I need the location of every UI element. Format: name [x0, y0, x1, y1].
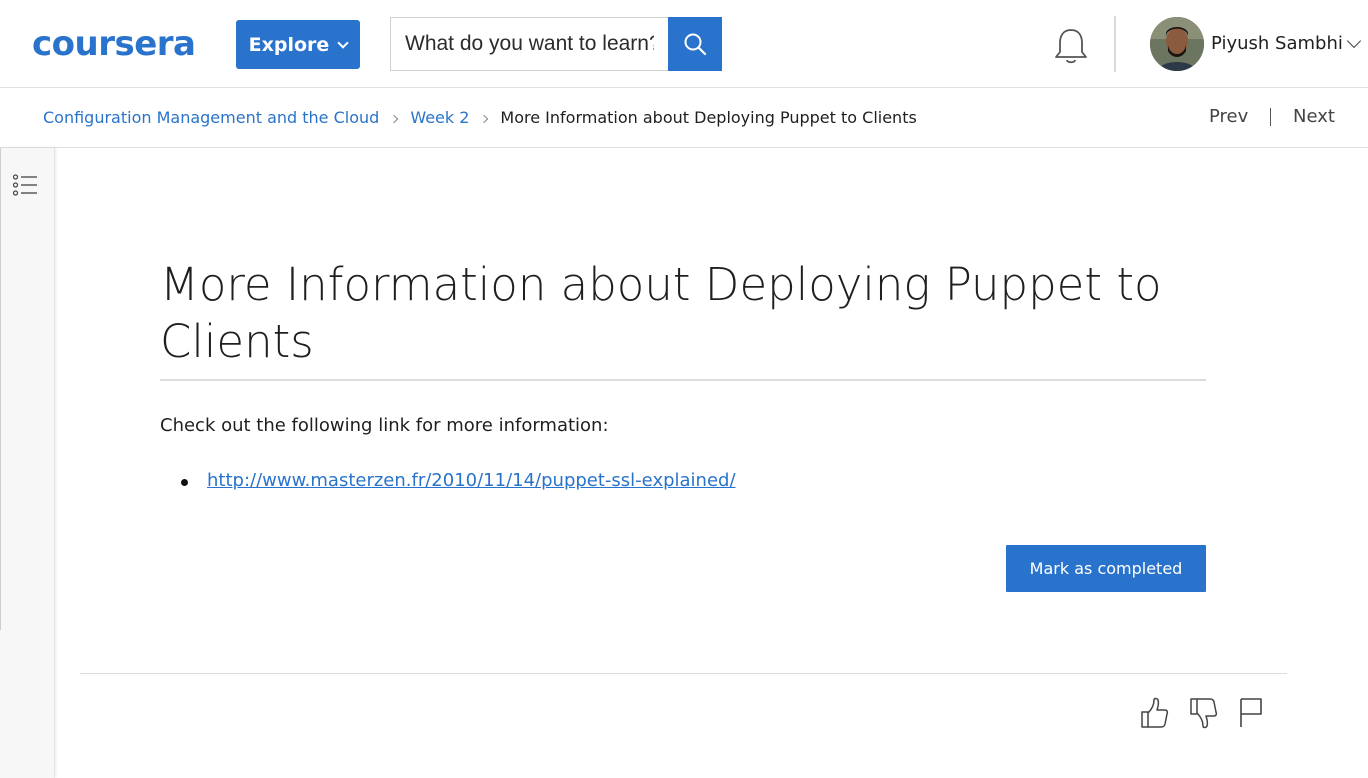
search-field[interactable] [390, 17, 668, 71]
flag-icon[interactable] [1236, 696, 1268, 730]
mark-completed-button[interactable]: Mark as completed [1006, 545, 1206, 592]
chevron-down-icon[interactable] [1346, 33, 1362, 49]
user-name[interactable]: Piyush Sambhi [1211, 33, 1343, 54]
explore-button[interactable]: Explore [236, 20, 360, 69]
chevron-right-icon [480, 114, 489, 124]
search-button[interactable] [668, 17, 722, 71]
thumbs-down-icon[interactable] [1187, 696, 1219, 730]
breadcrumb-current: More Information about Deploying Puppet … [500, 108, 917, 127]
footer-divider [80, 673, 1287, 674]
avatar[interactable] [1150, 17, 1204, 71]
next-button[interactable]: Next [1293, 106, 1335, 127]
external-link[interactable]: http://www.masterzen.fr/2010/11/14/puppe… [207, 470, 736, 491]
top-header: coursera Explore Piyush Sambhi [0, 0, 1368, 88]
chevron-right-icon [390, 114, 399, 124]
prev-next-divider [1270, 108, 1271, 126]
intro-text: Check out the following link for more in… [160, 415, 609, 436]
search-icon [684, 33, 707, 56]
breadcrumb-week[interactable]: Week 2 [410, 108, 469, 127]
prev-button[interactable]: Prev [1209, 106, 1248, 127]
search-input[interactable] [391, 18, 668, 70]
explore-label: Explore [248, 33, 330, 56]
list-outline-icon[interactable] [12, 172, 38, 198]
title-divider [160, 379, 1206, 381]
rail-border [0, 148, 1, 630]
course-outline-rail [0, 148, 55, 778]
list-bullet [181, 479, 188, 486]
bell-icon[interactable] [1052, 26, 1090, 66]
breadcrumb-course[interactable]: Configuration Management and the Cloud [43, 108, 379, 127]
thumbs-up-icon[interactable] [1138, 696, 1170, 730]
breadcrumb-bar: Configuration Management and the Cloud W… [0, 88, 1368, 148]
page-title: More Information about Deploying Puppet … [160, 258, 1162, 368]
header-divider [1114, 16, 1116, 72]
chevron-down-icon [337, 36, 349, 49]
coursera-logo[interactable]: coursera [32, 26, 196, 62]
avatar-image [1150, 17, 1204, 71]
breadcrumb: Configuration Management and the Cloud W… [43, 108, 917, 127]
